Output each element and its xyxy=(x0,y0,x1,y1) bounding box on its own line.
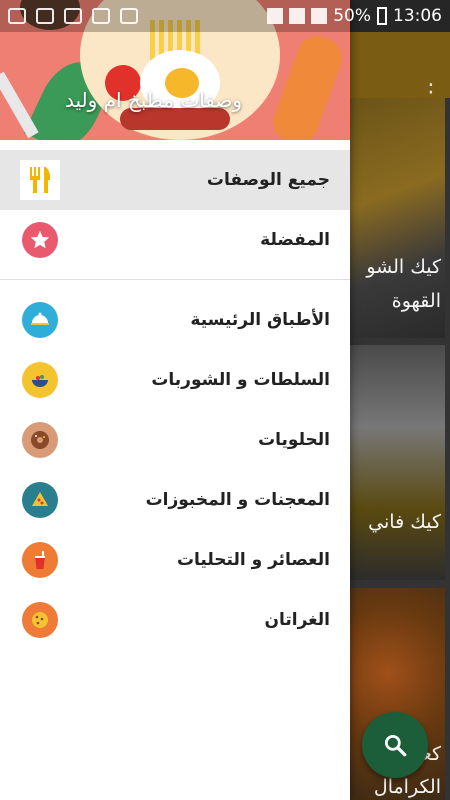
drawer-menu: جميع الوصفات المفضلة xyxy=(0,150,350,270)
fork-illustration xyxy=(0,71,39,139)
battery-icon xyxy=(377,7,387,25)
search-icon xyxy=(384,734,407,757)
menu-item-pastries-baked-goods[interactable]: المعجنات و المخبوزات xyxy=(0,470,350,530)
menu-item-label: الغراتان xyxy=(264,610,331,630)
menu-item-label: جميع الوصفات xyxy=(206,170,330,190)
system-icons: 50% 13:06 xyxy=(267,6,442,26)
sim-icon xyxy=(267,8,284,24)
battery-percent: 50% xyxy=(333,6,371,26)
menu-item-label: المعجنات و المخبوزات xyxy=(145,490,330,510)
gallery-icon xyxy=(8,8,26,24)
download-icon xyxy=(120,8,138,24)
soup-bowl-icon xyxy=(22,362,58,398)
category-menu: الأطباق الرئيسية السلطات و الشوربات الحل… xyxy=(0,290,350,650)
overflow-menu-icon[interactable]: ⋮ xyxy=(420,82,442,104)
menu-item-salads-soups[interactable]: السلطات و الشوربات xyxy=(0,350,350,410)
donut-icon xyxy=(22,422,58,458)
background-app: ⋮ كيك الشو القهوة كيك فاني كعكة بر الكرا… xyxy=(350,0,450,800)
recipe-title: كيك الشو xyxy=(366,256,441,278)
serving-dish-icon xyxy=(22,302,58,338)
recipe-title: كيك فاني xyxy=(368,511,441,533)
message-icon xyxy=(36,8,54,24)
menu-item-label: العصائر و التحليات xyxy=(176,550,330,570)
recipe-image xyxy=(350,345,445,580)
recipe-card[interactable]: كيك فاني xyxy=(350,345,445,580)
menu-item-favorites[interactable]: المفضلة xyxy=(0,210,350,270)
clock: 13:06 xyxy=(393,6,442,26)
menu-item-label: المفضلة xyxy=(260,230,330,250)
signal-icon xyxy=(311,8,328,24)
menu-item-all-recipes[interactable]: جميع الوصفات xyxy=(0,150,350,210)
navigation-drawer: وصفات مطبخ ام وليد جميع الوصفات المفضلة xyxy=(0,0,350,800)
notification-icons xyxy=(8,8,138,24)
menu-item-juices-sweets[interactable]: العصائر و التحليات xyxy=(0,530,350,590)
menu-item-gratin[interactable]: الغراتان xyxy=(0,590,350,650)
wifi-icon xyxy=(289,8,306,24)
menu-item-desserts[interactable]: الحلويات xyxy=(0,410,350,470)
search-fab[interactable] xyxy=(362,712,428,778)
menu-item-label: السلطات و الشوربات xyxy=(151,370,330,390)
status-bar: 50% 13:06 xyxy=(0,0,450,32)
sync-icon xyxy=(92,8,110,24)
fork-knife-icon xyxy=(20,160,60,200)
cookie-icon xyxy=(22,602,58,638)
menu-divider xyxy=(0,279,350,280)
recipe-title-line2: الكرامال xyxy=(373,776,441,798)
recipe-card[interactable]: كيك الشو القهوة xyxy=(350,98,445,338)
menu-item-label: الحلويات xyxy=(258,430,330,450)
menu-item-main-dishes[interactable]: الأطباق الرئيسية xyxy=(0,290,350,350)
rocket-icon xyxy=(64,8,82,24)
star-icon xyxy=(22,222,58,258)
pizza-slice-icon xyxy=(22,482,58,518)
drawer-header-title: وصفات مطبخ ام وليد xyxy=(64,88,242,112)
menu-item-label: الأطباق الرئيسية xyxy=(190,310,330,330)
recipe-title-line2: القهوة xyxy=(391,290,441,312)
juice-cup-icon xyxy=(22,542,58,578)
app-toolbar: ⋮ xyxy=(350,32,450,104)
